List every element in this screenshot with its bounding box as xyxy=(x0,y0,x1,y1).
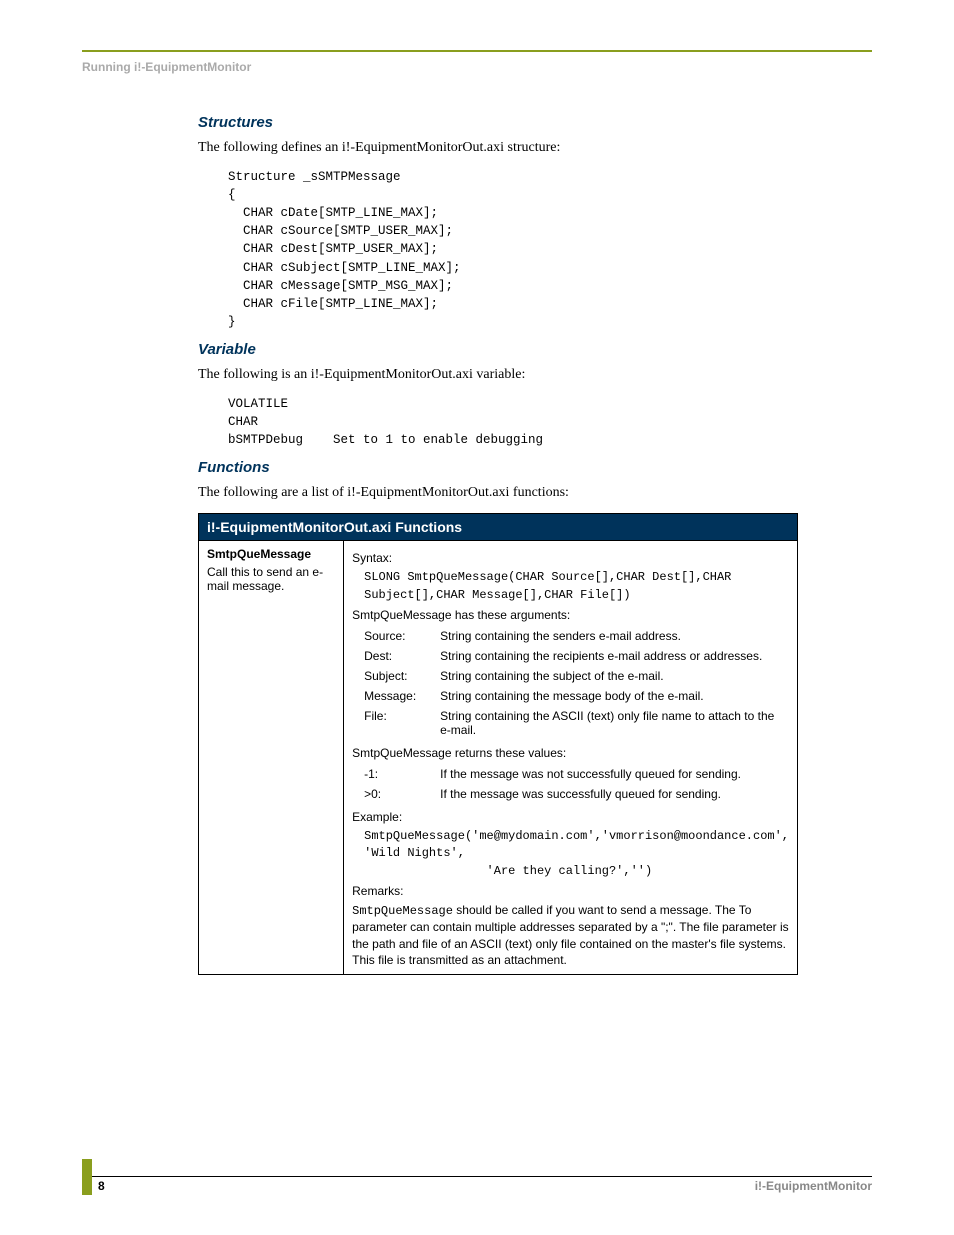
return-name: >0: xyxy=(364,784,440,804)
para-variable-intro: The following is an i!-EquipmentMonitorO… xyxy=(198,366,798,385)
arg-name: Message: xyxy=(364,686,440,706)
args-intro: SmtpQueMessage has these arguments: xyxy=(352,608,789,622)
header-rule xyxy=(82,50,872,52)
arg-name: Subject: xyxy=(364,666,440,686)
functions-table: i!-EquipmentMonitorOut.axi Functions Smt… xyxy=(198,513,798,975)
footer-title: i!-EquipmentMonitor xyxy=(755,1179,872,1193)
heading-functions: Functions xyxy=(198,459,798,476)
arg-desc: String containing the recipients e-mail … xyxy=(440,646,789,666)
remarks-label: Remarks: xyxy=(352,884,789,898)
arg-name: Source: xyxy=(364,626,440,646)
arg-desc: String containing the senders e-mail add… xyxy=(440,626,789,646)
fn-detail-cell: Syntax: SLONG SmtpQueMessage(CHAR Source… xyxy=(344,541,798,975)
heading-variable: Variable xyxy=(198,341,798,358)
example-label: Example: xyxy=(352,810,789,824)
code-structures: Structure _sSMTPMessage { CHAR cDate[SMT… xyxy=(228,168,798,331)
arg-desc: String containing the subject of the e-m… xyxy=(440,666,789,686)
arg-name: Dest: xyxy=(364,646,440,666)
arg-row: Subject: String containing the subject o… xyxy=(364,666,789,686)
returns-intro: SmtpQueMessage returns these values: xyxy=(352,746,789,760)
arg-row: Dest: String containing the recipients e… xyxy=(364,646,789,666)
footer-rule xyxy=(92,1176,872,1177)
returns-table: -1: If the message was not successfully … xyxy=(364,764,747,804)
arg-row: File: String containing the ASCII (text)… xyxy=(364,706,789,740)
running-head: Running i!-EquipmentMonitor xyxy=(82,60,251,74)
arg-name: File: xyxy=(364,706,440,740)
args-table: Source: String containing the senders e-… xyxy=(364,626,789,740)
arg-row: Message: String containing the message b… xyxy=(364,686,789,706)
fn-desc: Call this to send an e-mail message. xyxy=(207,565,335,593)
fn-name-cell: SmtpQueMessage Call this to send an e-ma… xyxy=(199,541,344,975)
arg-desc: String containing the ASCII (text) only … xyxy=(440,706,789,740)
functions-table-title: i!-EquipmentMonitorOut.axi Functions xyxy=(199,514,798,541)
footer-accent xyxy=(82,1159,92,1195)
return-row: >0: If the message was successfully queu… xyxy=(364,784,747,804)
heading-structures: Structures xyxy=(198,114,798,131)
arg-row: Source: String containing the senders e-… xyxy=(364,626,789,646)
return-desc: If the message was not successfully queu… xyxy=(440,764,747,784)
return-row: -1: If the message was not successfully … xyxy=(364,764,747,784)
return-desc: If the message was successfully queued f… xyxy=(440,784,747,804)
page-number: 8 xyxy=(98,1179,105,1193)
para-structures-intro: The following defines an i!-EquipmentMon… xyxy=(198,139,798,158)
example-code: SmtpQueMessage('me@mydomain.com','vmorri… xyxy=(364,828,789,880)
fn-name: SmtpQueMessage xyxy=(207,547,335,561)
footer: 8 i!-EquipmentMonitor xyxy=(82,1177,872,1195)
para-functions-intro: The following are a list of i!-Equipment… xyxy=(198,484,798,503)
syntax-label: Syntax: xyxy=(352,551,789,565)
remarks-code-inline: SmtpQueMessage xyxy=(352,904,453,918)
code-variable: VOLATILE CHAR bSMTPDebug Set to 1 to ena… xyxy=(228,395,798,449)
return-name: -1: xyxy=(364,764,440,784)
syntax-code: SLONG SmtpQueMessage(CHAR Source[],CHAR … xyxy=(364,569,789,604)
arg-desc: String containing the message body of th… xyxy=(440,686,789,706)
main-content: Structures The following defines an i!-E… xyxy=(198,108,798,975)
remarks-text: SmtpQueMessage should be called if you w… xyxy=(352,902,789,968)
